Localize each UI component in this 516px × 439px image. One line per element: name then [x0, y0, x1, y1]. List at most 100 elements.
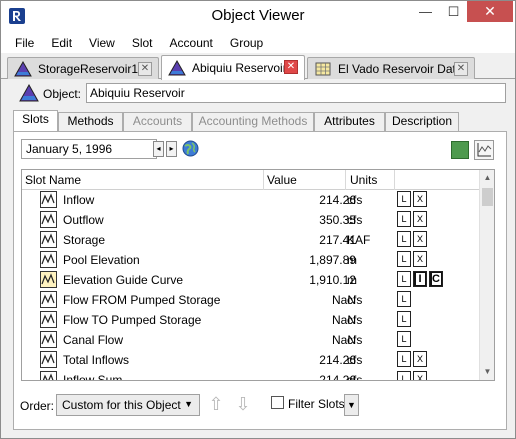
table-row[interactable]: Flow FROM Pumped Storage NaN cfs L	[22, 290, 480, 310]
slot-flag-x-icon[interactable]: X	[413, 211, 427, 227]
slot-flag-l-icon[interactable]: L	[397, 211, 411, 227]
filter-dropdown-button[interactable]: ▼	[344, 394, 359, 416]
table-row[interactable]: Canal Flow NaN cfs L	[22, 330, 480, 350]
slot-flag-label: L	[401, 374, 407, 381]
slot-flag-label: L	[401, 254, 407, 264]
column-header-slot-name[interactable]: Slot Name	[25, 173, 81, 187]
filter-slots-label: Filter Slots	[288, 397, 345, 411]
bottom-controls: Order: Custom for this Object ▼ ⇧ ⇩ Filt…	[1, 391, 515, 421]
menu-file[interactable]: File	[7, 36, 43, 50]
column-header-value[interactable]: Value	[267, 173, 297, 187]
object-label: Object:	[43, 87, 82, 101]
table-row[interactable]: Total Inflows 214.26 cfs L X	[22, 350, 480, 370]
series-slot-icon	[40, 331, 57, 348]
order-label: Order:	[20, 399, 55, 413]
slot-flag-l-icon[interactable]: L	[397, 271, 411, 287]
prev-timestep-button[interactable]: ◂	[153, 141, 164, 157]
table-row[interactable]: Elevation Guide Curve 1,910.12 m L I C	[22, 270, 480, 290]
menu-slot[interactable]: Slot	[124, 36, 162, 50]
slot-flag-label: L	[401, 354, 407, 364]
object-tab-storagereservoir1[interactable]: StorageReservoir1 ✕	[7, 57, 159, 79]
slot-units: cfs	[347, 373, 363, 381]
close-tab-icon[interactable]: ✕	[284, 60, 298, 74]
maximize-button[interactable]: ☐	[440, 1, 467, 22]
object-tab-bar: StorageReservoir1 ✕ Abiquiu Reservoir ✕ …	[1, 54, 515, 80]
slot-flag-x-icon[interactable]: X	[413, 231, 427, 247]
order-select[interactable]: Custom for this Object ▼	[56, 394, 200, 416]
slot-units: cfs	[347, 193, 363, 207]
slot-flag-label: I	[415, 273, 425, 285]
slot-name: Storage	[63, 233, 106, 247]
object-tab-abiquiu-reservoir[interactable]: Abiquiu Reservoir ✕	[161, 55, 305, 80]
table-row[interactable]: Pool Elevation 1,897.89 m L X	[22, 250, 480, 270]
menu-account[interactable]: Account	[162, 36, 222, 50]
slot-flag-l-icon[interactable]: L	[397, 231, 411, 247]
table-row[interactable]: Storage 217.41 KAF L X	[22, 230, 480, 250]
close-tab-icon[interactable]: ✕	[454, 62, 468, 76]
tab-accounting-methods[interactable]: Accounting Methods	[192, 112, 314, 131]
slot-flag-l-icon[interactable]: L	[397, 251, 411, 267]
series-slot-icon	[40, 191, 57, 208]
slot-name: Pool Elevation	[63, 253, 140, 267]
slot-flag-label: X	[416, 254, 423, 264]
scroll-up-icon[interactable]: ▲	[480, 170, 494, 186]
slot-units: KAF	[347, 233, 371, 247]
slot-flag-label: L	[401, 314, 407, 324]
table-row[interactable]: Inflow 214.26 cfs L X	[22, 190, 480, 210]
slot-name: Total Inflows	[63, 353, 130, 367]
scroll-down-icon[interactable]: ▼	[480, 364, 494, 380]
slot-flag-l-icon[interactable]: L	[397, 311, 411, 327]
order-select-value: Custom for this Object	[62, 398, 181, 412]
tab-accounts[interactable]: Accounts	[123, 112, 192, 131]
slot-tab-bar: Slots Methods Accounts Accounting Method…	[13, 110, 507, 131]
vertical-scrollbar[interactable]: ▲ ▼	[479, 170, 494, 380]
tab-attributes[interactable]: Attributes	[314, 112, 385, 131]
slot-flag-l-icon[interactable]: L	[397, 351, 411, 367]
tab-methods[interactable]: Methods	[58, 112, 123, 131]
filter-slots-checkbox[interactable]	[271, 396, 284, 409]
color-swatch-button[interactable]	[451, 141, 469, 159]
menu-group[interactable]: Group	[222, 36, 272, 50]
move-up-arrow-icon[interactable]: ⇧	[206, 393, 226, 415]
slot-units: cfs	[347, 213, 363, 227]
reservoir-icon	[168, 60, 186, 76]
slot-flag-l-icon[interactable]: L	[397, 191, 411, 207]
menu-view[interactable]: View	[81, 36, 124, 50]
plot-icon[interactable]	[474, 140, 494, 160]
slot-flag-l-icon[interactable]: L	[397, 331, 411, 347]
object-tab-el-vado-reservoir-data[interactable]: El Vado Reservoir Data ✕	[307, 57, 475, 79]
slot-flag-x-icon[interactable]: X	[413, 251, 427, 267]
slot-units: cfs	[347, 313, 363, 327]
table-row[interactable]: Outflow 350.35 cfs L X	[22, 210, 480, 230]
slot-flag-label: X	[416, 194, 423, 204]
tab-description[interactable]: Description	[385, 112, 459, 131]
slot-flag-x-icon[interactable]: X	[413, 371, 427, 380]
slot-flag-i-icon[interactable]: I	[413, 271, 427, 287]
next-timestep-button[interactable]: ▸	[166, 141, 177, 157]
series-slot-icon	[40, 251, 57, 268]
slot-flag-x-icon[interactable]: X	[413, 191, 427, 207]
move-down-arrow-icon[interactable]: ⇩	[233, 393, 253, 415]
minimize-button[interactable]: —	[412, 1, 439, 22]
close-tab-icon[interactable]: ✕	[138, 62, 152, 76]
tab-slots[interactable]: Slots	[13, 110, 58, 131]
close-button[interactable]: ✕	[467, 1, 513, 22]
scroll-thumb[interactable]	[482, 188, 493, 206]
slot-flag-c-icon[interactable]: C	[429, 271, 443, 287]
reservoir-icon	[14, 60, 32, 76]
slot-flag-l-icon[interactable]: L	[397, 371, 411, 381]
slot-flag-label: L	[401, 294, 407, 304]
column-header-units[interactable]: Units	[350, 173, 377, 187]
slot-flag-label: X	[416, 354, 423, 364]
table-row[interactable]: Flow TO Pumped Storage NaN cfs L	[22, 310, 480, 330]
object-name-field[interactable]: Abiquiu Reservoir	[86, 83, 506, 103]
object-viewer-window: Object Viewer — ☐ ✕ File Edit View Slot …	[0, 0, 516, 439]
slot-table: Slot Name Value Units Inflow 214.26 cfs L X O…	[21, 169, 495, 381]
date-field[interactable]: January 5, 1996	[21, 139, 157, 159]
table-row[interactable]: Inflow Sum 214.26 cfs L X	[22, 370, 480, 381]
slot-units: cfs	[347, 293, 363, 307]
menu-edit[interactable]: Edit	[43, 36, 81, 50]
slot-flag-l-icon[interactable]: L	[397, 291, 411, 307]
globe-icon[interactable]	[182, 140, 199, 157]
slot-flag-x-icon[interactable]: X	[413, 351, 427, 367]
